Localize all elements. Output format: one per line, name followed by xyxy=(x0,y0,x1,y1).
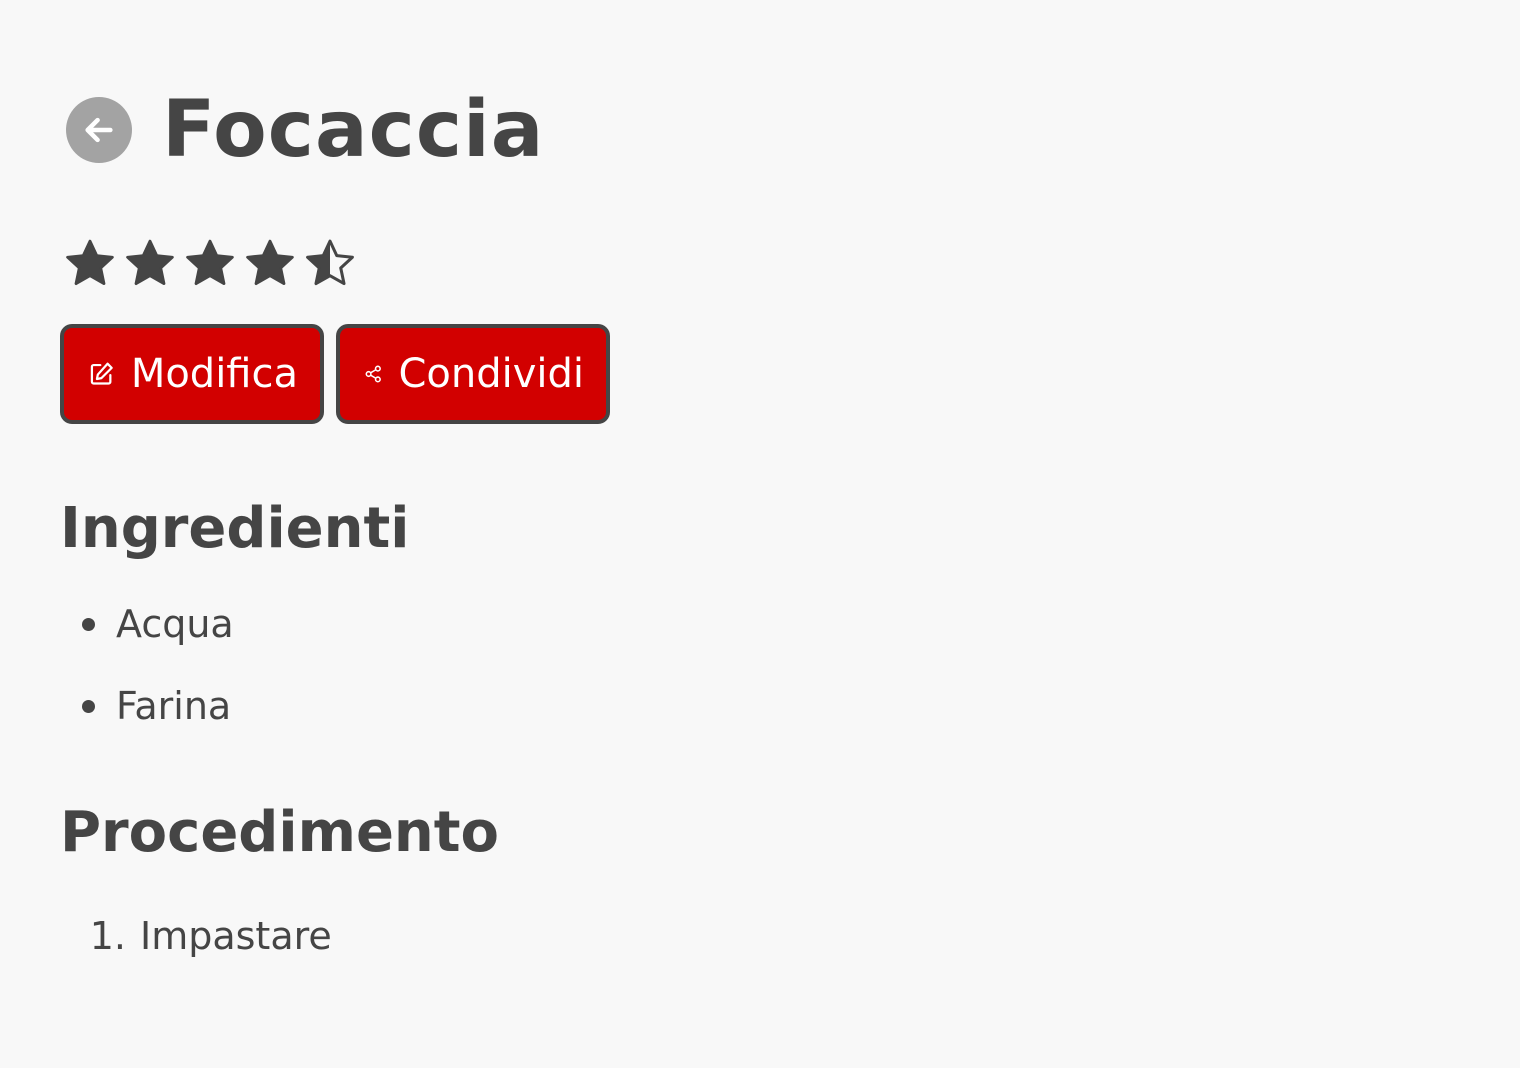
ingredients-heading: Ingredienti xyxy=(60,496,410,561)
bullet-icon xyxy=(82,700,95,713)
star-filled-icon xyxy=(186,239,234,285)
share-button-label: Condividi xyxy=(398,351,584,397)
ingredients-list: Acqua Farina xyxy=(60,594,234,758)
action-buttons: Modifica Condividi xyxy=(60,324,610,424)
star-rating xyxy=(62,236,358,292)
recipe-page: Focaccia Modifica Condividi Ingredienti … xyxy=(0,0,1520,1068)
edit-button-label: Modifica xyxy=(130,351,298,397)
steps-heading: Procedimento xyxy=(60,800,500,865)
step-text: Impastare xyxy=(140,914,332,958)
list-item: Acqua xyxy=(60,594,234,676)
step-number: 1. xyxy=(89,914,126,958)
star-half-icon xyxy=(306,239,354,286)
steps-list: 1. Impastare xyxy=(60,906,332,966)
star-filled-icon xyxy=(246,239,294,285)
back-button[interactable] xyxy=(66,97,132,163)
share-button[interactable]: Condividi xyxy=(336,324,610,424)
edit-icon xyxy=(90,362,113,385)
list-item: Farina xyxy=(60,676,234,758)
share-icon xyxy=(365,365,381,383)
star-filled-icon xyxy=(126,239,174,285)
page-title: Focaccia xyxy=(162,85,545,175)
bullet-icon xyxy=(82,618,95,631)
list-item: 1. Impastare xyxy=(60,906,332,966)
arrow-left-icon xyxy=(85,117,113,143)
edit-button[interactable]: Modifica xyxy=(60,324,324,424)
star-filled-icon xyxy=(66,239,114,285)
ingredient-label: Acqua xyxy=(116,602,234,646)
title-row: Focaccia xyxy=(66,84,544,176)
ingredient-label: Farina xyxy=(116,684,232,728)
